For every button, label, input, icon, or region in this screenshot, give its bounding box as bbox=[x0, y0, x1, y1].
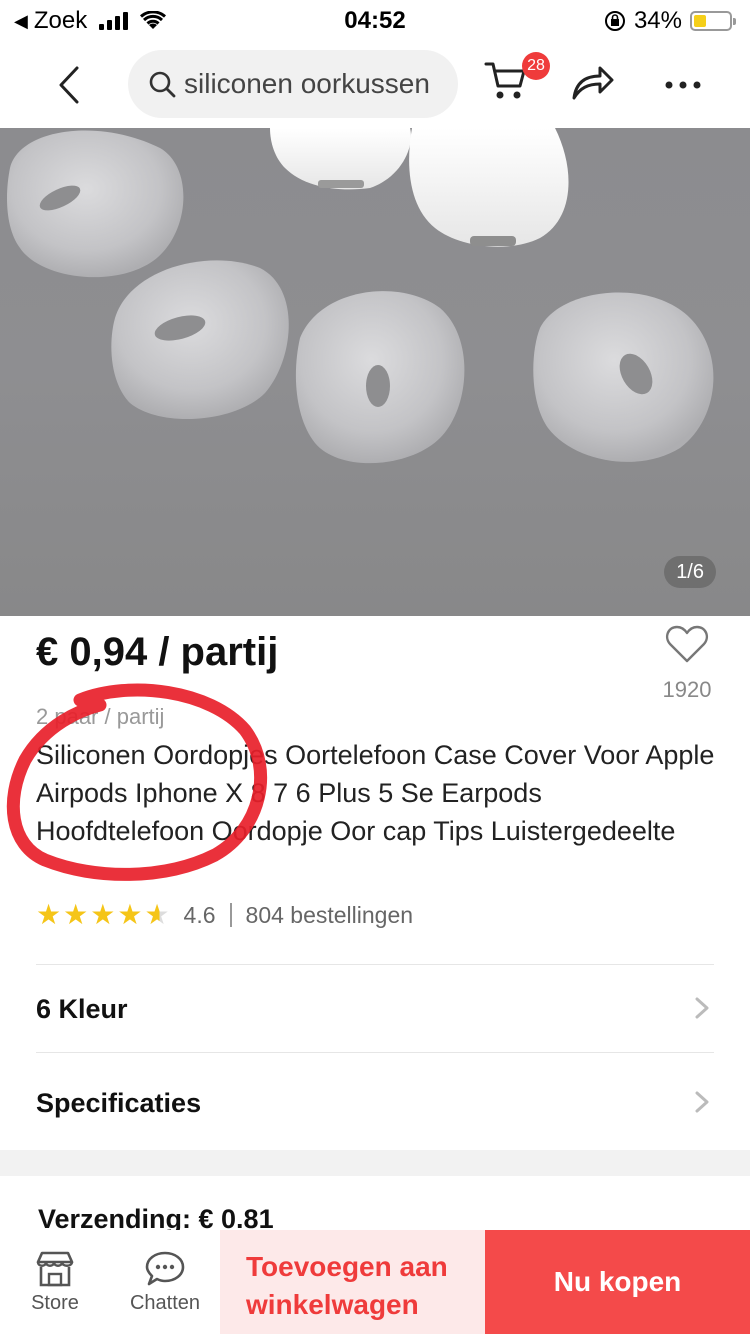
chevron-right-icon bbox=[695, 1091, 709, 1113]
top-nav: siliconen oorkussen 28 bbox=[0, 42, 750, 128]
star-icon: ★ bbox=[117, 899, 143, 930]
status-bar: ◀ Zoek 04:52 34% bbox=[0, 0, 750, 42]
star-icon: ★ bbox=[63, 899, 89, 930]
search-icon bbox=[149, 71, 176, 98]
star-icon: ★ bbox=[90, 899, 116, 930]
unit-note: 2 paar / partij bbox=[36, 704, 165, 729]
product-image-gallery[interactable]: 1/6 bbox=[0, 128, 750, 616]
store-tab[interactable]: Store bbox=[0, 1230, 110, 1334]
divider bbox=[36, 964, 714, 965]
image-counter: 1/6 bbox=[664, 556, 716, 588]
add-to-cart-button[interactable]: Toevoegen aan winkelwagen bbox=[220, 1230, 485, 1334]
store-label: Store bbox=[31, 1291, 79, 1314]
share-button[interactable] bbox=[570, 62, 616, 108]
rating-divider bbox=[229, 903, 232, 927]
product-title: Siliconen Oordopjes Oortelefoon Case Cov… bbox=[36, 740, 715, 846]
back-arrow-icon bbox=[59, 66, 79, 104]
cart-count-badge: 28 bbox=[522, 52, 550, 80]
chat-tab[interactable]: Chatten bbox=[110, 1230, 220, 1334]
specifications-label: Specificaties bbox=[36, 1087, 202, 1118]
battery-percent: 34% bbox=[633, 7, 682, 34]
status-left[interactable]: ◀ Zoek bbox=[14, 7, 167, 35]
signal-icon bbox=[99, 12, 129, 30]
buy-now-button[interactable]: Nu kopen bbox=[485, 1230, 750, 1334]
order-count: 804 bestellingen bbox=[245, 901, 414, 928]
share-icon bbox=[572, 66, 614, 100]
wishlist-button[interactable]: 1920 bbox=[654, 624, 720, 703]
buy-now-label: Nu kopen bbox=[553, 1266, 682, 1297]
product-photo bbox=[7, 128, 714, 464]
product-price: € 0,94 / partij bbox=[36, 630, 279, 674]
orientation-lock-icon bbox=[604, 11, 625, 31]
color-selector-row[interactable]: 6 Kleur bbox=[0, 966, 750, 1052]
heart-icon bbox=[666, 625, 708, 663]
more-button[interactable] bbox=[658, 60, 708, 110]
specifications-row[interactable]: Specificaties bbox=[0, 1060, 750, 1146]
chat-icon bbox=[145, 1251, 185, 1285]
search-query: siliconen oorkussen bbox=[184, 68, 430, 99]
back-to-app-icon: ◀ bbox=[14, 10, 28, 31]
rating-stars: ★ ★ ★ ★ ★ bbox=[36, 900, 170, 930]
add-to-cart-label-line1: Toevoegen aan bbox=[246, 1251, 448, 1282]
star-icon: ★ bbox=[144, 899, 170, 930]
search-input[interactable]: siliconen oorkussen bbox=[128, 50, 458, 118]
add-to-cart-label-line2: winkelwagen bbox=[246, 1289, 419, 1320]
color-selector-label: 6 Kleur bbox=[36, 993, 128, 1024]
cart-button[interactable]: 28 bbox=[484, 52, 550, 114]
store-icon bbox=[36, 1251, 74, 1286]
section-gap bbox=[0, 1150, 750, 1176]
back-to-app-label: Zoek bbox=[33, 7, 88, 34]
wifi-icon bbox=[140, 11, 167, 29]
rating-row[interactable]: ★ ★ ★ ★ ★ 4.6 804 bestellingen bbox=[36, 900, 413, 930]
bottom-action-bar: Store Chatten Toevoegen aan winkelwagen … bbox=[0, 1230, 750, 1334]
wishlist-count: 1920 bbox=[662, 677, 712, 702]
rating-value: 4.6 bbox=[183, 901, 216, 928]
more-icon bbox=[665, 81, 701, 89]
back-button[interactable] bbox=[34, 50, 104, 120]
divider bbox=[36, 1052, 714, 1053]
chevron-right-icon bbox=[695, 997, 709, 1019]
star-icon: ★ bbox=[36, 899, 62, 930]
chat-label: Chatten bbox=[129, 1291, 201, 1314]
battery-icon bbox=[690, 11, 736, 31]
